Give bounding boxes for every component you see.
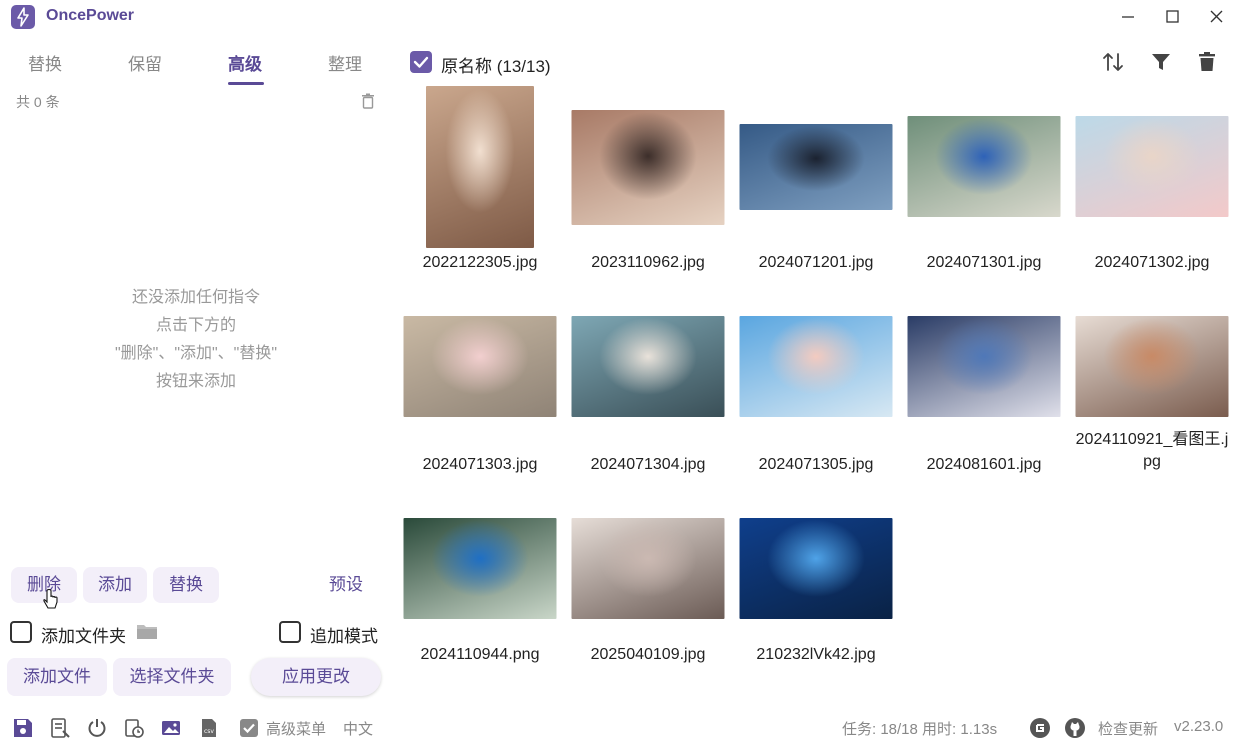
file-thumbnail[interactable] (426, 86, 534, 248)
rule-count: 共 0 条 (16, 94, 60, 110)
append-mode-checkbox[interactable] (279, 621, 301, 643)
tab-replace[interactable]: 替换 (28, 50, 62, 75)
file-name: 2025040109.jpg (590, 646, 706, 663)
file-name: 2024071305.jpg (758, 456, 874, 473)
preset-button[interactable]: 预设 (313, 567, 379, 603)
file-thumbnail[interactable] (739, 316, 893, 417)
file-tile[interactable]: 2025040109.jpg (564, 504, 732, 704)
file-name: 2023110962.jpg (591, 254, 705, 271)
file-name: 2024081601.jpg (926, 456, 1042, 473)
empty-line-2: 点击下方的 (155, 317, 236, 334)
check-box-icon[interactable] (238, 717, 260, 739)
folder-icon (136, 621, 158, 646)
file-name: 2024071301.jpg (926, 254, 1042, 271)
file-tile[interactable]: 2024071301.jpg (900, 84, 1068, 284)
close-icon[interactable] (1205, 6, 1229, 28)
file-tile[interactable]: 2024071303.jpg (396, 300, 564, 500)
power-icon[interactable] (86, 717, 108, 739)
original-name-label: 原名称 (13/13) (441, 57, 551, 76)
file-tile[interactable]: 2024110921_看图王.jpg (1068, 300, 1236, 500)
tab-keep[interactable]: 保留 (128, 50, 162, 75)
minimize-icon[interactable] (1116, 6, 1140, 28)
app-logo-icon (11, 5, 35, 29)
add-rule-button[interactable]: 添加 (83, 567, 147, 603)
file-name: 2024071304.jpg (590, 456, 706, 473)
append-mode-label: 追加模式 (310, 627, 378, 646)
filter-icon[interactable] (1149, 50, 1173, 74)
task-stats: 任务: 18/18 用时: 1.13s (842, 721, 998, 738)
svg-text:csv: csv (204, 728, 214, 735)
select-all-checkbox[interactable] (410, 51, 432, 73)
empty-line-3: "删除"、"添加"、"替换" (114, 345, 278, 362)
file-tile[interactable]: 2024071305.jpg (732, 300, 900, 500)
file-thumbnail[interactable] (907, 116, 1061, 217)
status-bar: csv 高级菜单 中文 任务: 18/18 用时: 1.13s 检查更新 v2.… (0, 708, 1240, 742)
select-folder-button[interactable]: 选择文件夹 (113, 658, 231, 696)
replace-rule-button[interactable]: 替换 (153, 567, 219, 603)
file-thumbnail[interactable] (571, 518, 725, 619)
file-tile[interactable]: 2023110962.jpg (564, 84, 732, 284)
version-label: v2.23.0 (1174, 718, 1224, 735)
apply-changes-button[interactable]: 应用更改 (251, 658, 381, 696)
file-thumbnail[interactable] (739, 518, 893, 619)
sort-icon[interactable] (1101, 50, 1125, 74)
file-tile[interactable]: 2024071304.jpg (564, 300, 732, 500)
schedule-icon[interactable] (123, 717, 145, 739)
add-folder-label: 添加文件夹 (41, 627, 126, 646)
file-thumbnail[interactable] (571, 110, 725, 225)
gitee-icon[interactable] (1029, 717, 1051, 739)
add-files-button[interactable]: 添加文件 (7, 658, 107, 696)
add-folder-checkbox[interactable] (10, 621, 32, 643)
csv-icon[interactable]: csv (198, 717, 220, 739)
file-thumbnail[interactable] (907, 316, 1061, 417)
github-icon[interactable] (1064, 717, 1086, 739)
empty-line-4: 按钮来添加 (155, 373, 236, 390)
file-thumbnail[interactable] (1075, 316, 1229, 417)
file-name: 2024071302.jpg (1094, 254, 1210, 271)
file-thumbnail[interactable] (571, 316, 725, 417)
empty-rules-message: 还没添加任何指令 点击下方的 "删除"、"添加"、"替换" 按钮来添加 (0, 284, 392, 396)
file-name: 210232lVk42.jpg (756, 646, 876, 663)
file-thumbnail[interactable] (403, 518, 557, 619)
file-name: 2022122305.jpg (422, 254, 538, 271)
file-thumbnail[interactable] (1075, 116, 1229, 217)
check-update-link[interactable]: 检查更新 (1098, 718, 1158, 739)
file-tile[interactable]: 2024081601.jpg (900, 300, 1068, 500)
mouse-cursor-icon (42, 588, 60, 617)
file-tile[interactable]: 2024110944.png (396, 504, 564, 704)
tab-advanced[interactable]: 高级 (228, 50, 262, 75)
image-icon[interactable] (160, 717, 182, 739)
file-tile[interactable]: 2022122305.jpg (396, 84, 564, 284)
language-label[interactable]: 中文 (343, 718, 373, 739)
delete-all-trash-icon[interactable] (1195, 50, 1219, 74)
file-name: 2024110921_看图王.jpg (1075, 431, 1229, 470)
clear-rules-trash-icon[interactable] (361, 93, 375, 114)
file-thumbnail[interactable] (739, 124, 893, 210)
notes-icon[interactable] (49, 717, 71, 739)
file-tile[interactable]: 2024071201.jpg (732, 84, 900, 284)
save-icon[interactable] (12, 717, 34, 739)
tab-organize[interactable]: 整理 (328, 50, 362, 75)
file-name: 2024071303.jpg (422, 456, 538, 473)
file-tile[interactable]: 2024071302.jpg (1068, 84, 1236, 284)
file-tile[interactable]: 210232lVk42.jpg (732, 504, 900, 704)
empty-line-1: 还没添加任何指令 (131, 289, 260, 306)
file-thumbnail[interactable] (403, 316, 557, 417)
maximize-icon[interactable] (1160, 6, 1184, 28)
file-grid: 2022122305.jpg 2023110962.jpg 2024071201.j… (396, 84, 1236, 696)
mode-tabs: 替换 保留 高级 整理 (0, 44, 390, 88)
file-name: 2024071201.jpg (758, 254, 874, 271)
app-title: OncePower (46, 7, 135, 24)
active-tab-indicator (228, 82, 264, 85)
advanced-menu-label[interactable]: 高级菜单 (266, 718, 326, 739)
file-name: 2024110944.png (420, 646, 540, 663)
title-bar: OncePower (0, 0, 1240, 34)
